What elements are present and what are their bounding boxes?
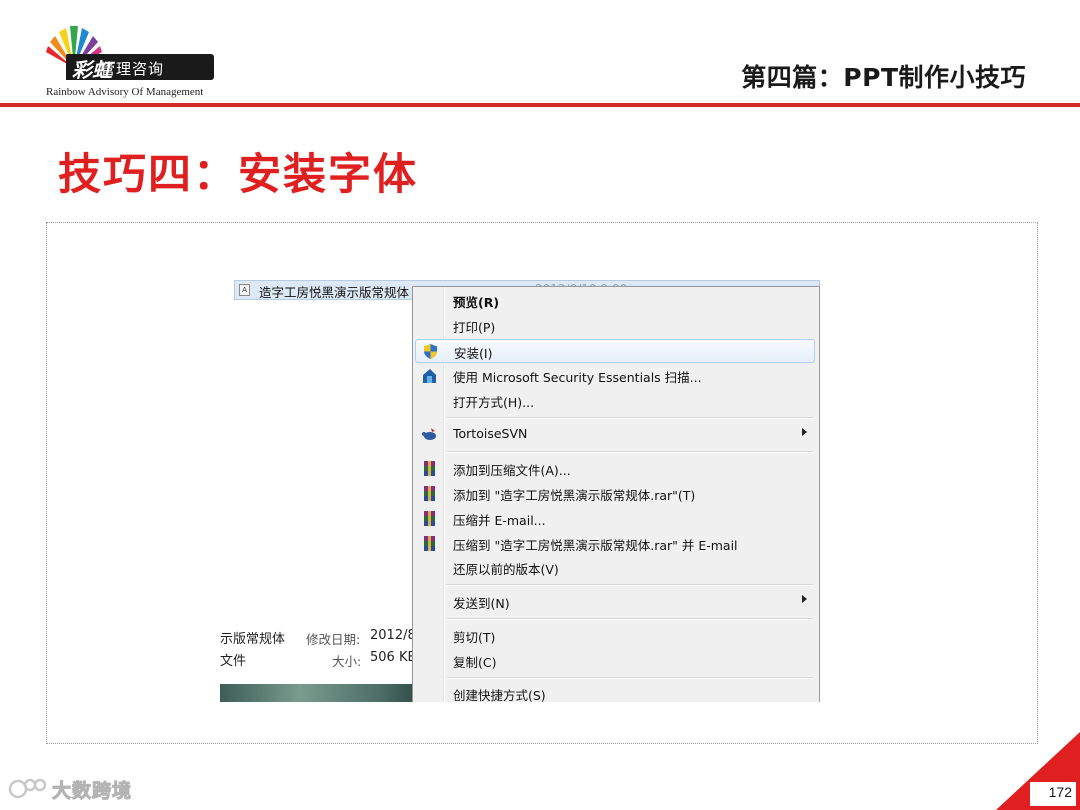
- security-essentials-icon: [423, 369, 436, 383]
- menu-item-label: 创建快捷方式(S): [453, 688, 546, 702]
- winrar-icon: [424, 511, 435, 526]
- menu-item-add-to-rar[interactable]: 添加到 "造字工房悦黑演示版常规体.rar"(T): [415, 482, 815, 506]
- menu-item-create-shortcut[interactable]: 创建快捷方式(S): [415, 682, 815, 702]
- menu-item-compress-rar-email[interactable]: 压缩到 "造字工房悦黑演示版常规体.rar" 并 E-mail: [415, 532, 815, 556]
- menu-item-copy[interactable]: 复制(C): [415, 649, 815, 673]
- menu-separator: [447, 677, 813, 679]
- watermark-logo-icon: [8, 778, 47, 799]
- menu-separator: [447, 618, 813, 620]
- menu-item-install[interactable]: 安装(I): [415, 339, 815, 363]
- menu-item-label: 打开方式(H)...: [453, 395, 535, 410]
- company-logo: 彩虹 管理咨询 Rainbow Advisory Of Management: [44, 24, 224, 102]
- explorer-screenshot: A 造字工房悦黑演示版常规体 2012/8/10 9:00 示版常规体 修改日期…: [220, 276, 820, 702]
- menu-item-label: 预览(R): [453, 295, 500, 310]
- submenu-arrow-icon: [802, 428, 807, 436]
- menu-item-label: 还原以前的版本(V): [453, 562, 559, 577]
- winrar-icon: [424, 536, 435, 551]
- font-file-icon: A: [239, 284, 250, 296]
- menu-item-label: TortoiseSVN: [453, 426, 528, 441]
- taskbar-strip: [220, 684, 420, 702]
- menu-item-label: 压缩到 "造字工房悦黑演示版常规体.rar" 并 E-mail: [453, 538, 738, 553]
- details-modified-label: 修改日期:: [306, 632, 361, 647]
- slide-title: 技巧四：安装字体: [58, 150, 418, 200]
- details-size-label: 大小:: [332, 654, 362, 669]
- menu-item-label: 压缩并 E-mail...: [453, 513, 546, 528]
- menu-item-label: 剪切(T): [453, 630, 496, 645]
- menu-item-preview[interactable]: 预览(R): [415, 289, 815, 313]
- logo-english-name: Rainbow Advisory Of Management: [46, 86, 204, 98]
- menu-item-cut[interactable]: 剪切(T): [415, 624, 815, 648]
- menu-item-send-to[interactable]: 发送到(N): [415, 590, 815, 614]
- context-menu: 预览(R) 打印(P) 安装(I) 使用 Microsoft Security …: [412, 286, 820, 702]
- logo-chinese-name: 管理咨询: [100, 60, 165, 78]
- menu-item-security-scan[interactable]: 使用 Microsoft Security Essentials 扫描...: [415, 364, 815, 388]
- menu-item-compress-email[interactable]: 压缩并 E-mail...: [415, 507, 815, 531]
- menu-item-label: 使用 Microsoft Security Essentials 扫描...: [453, 370, 702, 385]
- submenu-arrow-icon: [802, 595, 807, 603]
- menu-item-label: 打印(P): [453, 320, 496, 335]
- menu-separator: [447, 417, 813, 419]
- menu-item-label: 添加到压缩文件(A)...: [453, 463, 571, 478]
- menu-separator: [447, 584, 813, 586]
- menu-item-label: 发送到(N): [453, 596, 510, 611]
- menu-item-add-archive[interactable]: 添加到压缩文件(A)...: [415, 457, 815, 481]
- details-file-name: 示版常规体: [220, 632, 286, 647]
- details-file-type: 文件: [220, 654, 247, 669]
- section-title: 第四篇：PPT制作小技巧: [741, 63, 1026, 92]
- watermark-text: 大数跨境: [51, 780, 133, 803]
- menu-item-print[interactable]: 打印(P): [415, 314, 815, 338]
- watermark: 大数跨境: [8, 776, 148, 804]
- shield-icon: [424, 344, 437, 359]
- menu-item-label: 安装(I): [454, 346, 493, 361]
- winrar-icon: [424, 486, 435, 501]
- winrar-icon: [424, 461, 435, 476]
- menu-item-label: 复制(C): [453, 655, 497, 670]
- page-number: 172: [1048, 784, 1072, 800]
- menu-item-tortoisesvn[interactable]: TortoiseSVN: [415, 423, 815, 447]
- header-divider: [0, 103, 1080, 107]
- details-size-value: 506 KB: [370, 650, 417, 665]
- tortoisesvn-icon: [422, 428, 436, 440]
- menu-item-label: 添加到 "造字工房悦黑演示版常规体.rar"(T): [453, 488, 696, 503]
- details-modified-value: 2012/8: [370, 628, 416, 643]
- menu-item-open-with[interactable]: 打开方式(H)...: [415, 389, 815, 413]
- menu-separator: [447, 451, 813, 453]
- file-name: 造字工房悦黑演示版常规体: [259, 285, 410, 300]
- menu-item-restore-versions[interactable]: 还原以前的版本(V): [415, 556, 815, 580]
